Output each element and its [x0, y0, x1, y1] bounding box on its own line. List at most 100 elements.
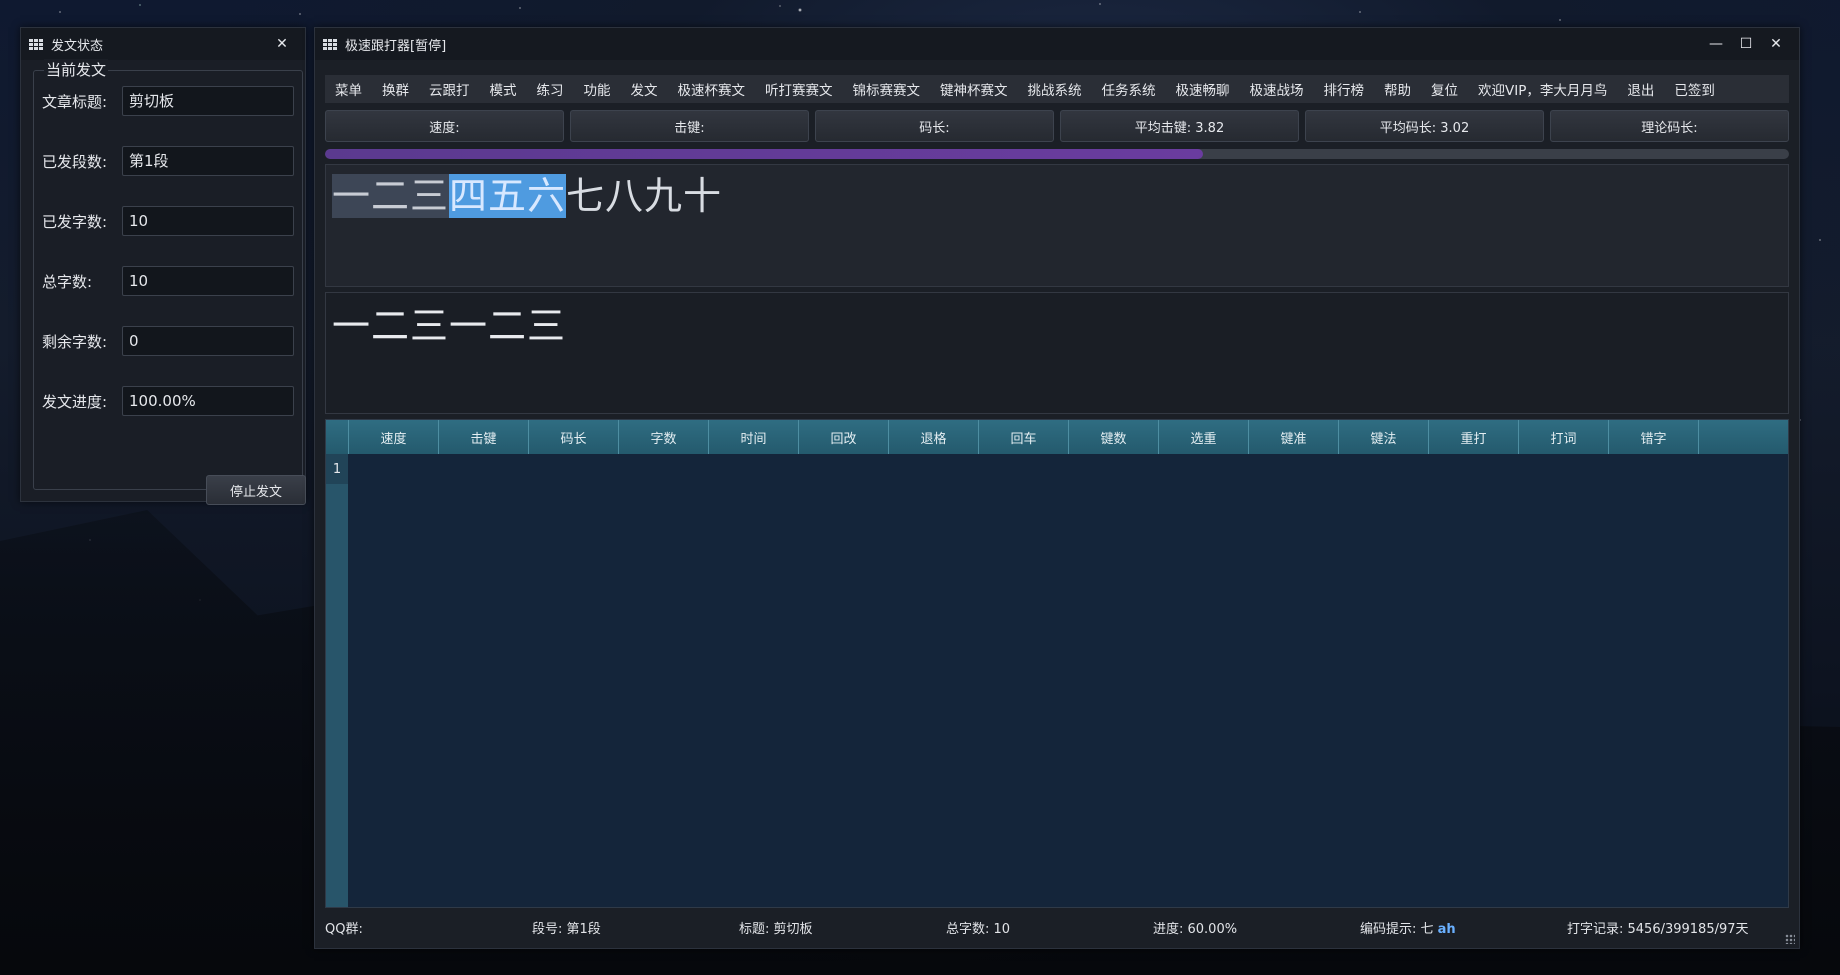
typing-progress-bar	[325, 149, 1789, 159]
current-segment: 四五六	[449, 174, 567, 218]
menu-item-18[interactable]: 欢迎VIP，李大月月鸟	[1468, 79, 1617, 99]
title-label: 标题: 剪切板	[739, 921, 813, 937]
field-sent-chars: 已发字数: 10	[42, 205, 294, 237]
column-header-4[interactable]: 时间	[709, 420, 799, 454]
stop-posting-button[interactable]: 停止发文	[206, 475, 306, 505]
maximize-icon[interactable]: ☐	[1731, 30, 1761, 58]
column-header-12[interactable]: 重打	[1429, 420, 1519, 454]
field-label: 总字数:	[42, 272, 93, 291]
article-title-input[interactable]: 剪切板	[122, 86, 294, 116]
column-header-6[interactable]: 退格	[889, 420, 979, 454]
table-corner	[326, 420, 349, 454]
column-header-7[interactable]: 回车	[979, 420, 1069, 454]
field-label: 发文进度:	[42, 392, 108, 411]
column-header-2[interactable]: 码长	[529, 420, 619, 454]
main-window-titlebar[interactable]: 极速跟打器[暂停] — ☐ ✕	[315, 28, 1799, 60]
typed-segment: 一二三	[332, 174, 450, 218]
menu-item-20[interactable]: 已签到	[1664, 79, 1725, 99]
field-remaining-chars: 剩余字数: 0	[42, 325, 294, 357]
theory-code-length-stat-button[interactable]: 理论码长:	[1550, 110, 1789, 142]
menu-item-3[interactable]: 模式	[480, 79, 527, 99]
sent-segments-input[interactable]: 第1段	[122, 146, 294, 176]
field-article-title: 文章标题: 剪切板	[42, 85, 294, 117]
reference-text: 一二三四五六七八九十	[332, 173, 722, 219]
menu-item-16[interactable]: 帮助	[1374, 79, 1421, 99]
field-label: 已发字数:	[42, 212, 108, 231]
menu-item-13[interactable]: 极速畅聊	[1166, 79, 1240, 99]
menu-item-7[interactable]: 极速杯赛文	[668, 79, 756, 99]
menu-item-12[interactable]: 任务系统	[1092, 79, 1166, 99]
menu-item-0[interactable]: 菜单	[325, 79, 372, 99]
column-header-1[interactable]: 击键	[439, 420, 529, 454]
field-post-progress: 发文进度: 100.00%	[42, 385, 294, 417]
avg-keystroke-stat-button[interactable]: 平均击键: 3.82	[1060, 110, 1299, 142]
column-header-8[interactable]: 键数	[1069, 420, 1159, 454]
speed-stat-button[interactable]: 速度:	[325, 110, 564, 142]
status-bar: QQ群: 段号: 第1段 标题: 剪切板 总字数: 10 进度: 60.00% …	[325, 914, 1789, 940]
results-table: 速度 击键 码长 字数 时间 回改 退格 回车 键数 选重 键准 键法 重打 打词 错字 1	[325, 419, 1789, 908]
menu-item-8[interactable]: 听打赛赛文	[755, 79, 843, 99]
column-header-14[interactable]: 错字	[1609, 420, 1699, 454]
minimize-icon[interactable]: —	[1701, 30, 1731, 58]
stats-row: 速度: 击键: 码长: 平均击键: 3.82 平均码长: 3.02 理论码长:	[325, 110, 1789, 142]
menu-item-5[interactable]: 功能	[574, 79, 621, 99]
typing-input[interactable]: 一二三一二三	[332, 303, 566, 349]
field-label: 已发段数:	[42, 152, 108, 171]
column-header-3[interactable]: 字数	[619, 420, 709, 454]
table-header: 速度 击键 码长 字数 时间 回改 退格 回车 键数 选重 键准 键法 重打 打词 错字	[326, 420, 1788, 454]
avg-code-length-stat-button[interactable]: 平均码长: 3.02	[1305, 110, 1544, 142]
menu-item-14[interactable]: 极速战场	[1240, 79, 1314, 99]
column-header-0[interactable]: 速度	[349, 420, 439, 454]
menu-item-1[interactable]: 换群	[372, 79, 419, 99]
close-icon[interactable]: ✕	[1761, 30, 1791, 58]
menu-item-6[interactable]: 发文	[621, 79, 668, 99]
menu-item-10[interactable]: 键神杯赛文	[930, 79, 1018, 99]
typing-record-label: 打字记录: 5456/399185/97天	[1567, 921, 1749, 937]
row-number[interactable]: 1	[326, 454, 348, 484]
current-post-group: 当前发文 文章标题: 剪切板 已发段数: 第1段 已发字数: 10 总字数: 1…	[33, 59, 306, 505]
code-hint-value: ah	[1437, 921, 1456, 937]
menu-item-9[interactable]: 锦标赛赛文	[843, 79, 931, 99]
progress-fill	[325, 149, 1204, 159]
sent-chars-input[interactable]: 10	[122, 206, 294, 236]
progress-label: 进度: 60.00%	[1153, 921, 1238, 937]
menu-item-4[interactable]: 练习	[527, 79, 574, 99]
remaining-chars-input[interactable]: 0	[122, 326, 294, 356]
total-chars-label: 总字数: 10	[946, 921, 1011, 937]
resize-grip-icon[interactable]	[1785, 934, 1795, 944]
field-label: 文章标题:	[42, 92, 108, 111]
column-header-13[interactable]: 打词	[1519, 420, 1609, 454]
status-window-titlebar[interactable]: 发文状态 ✕	[21, 28, 305, 60]
code-length-stat-button[interactable]: 码长:	[815, 110, 1054, 142]
field-total-chars: 总字数: 10	[42, 265, 294, 297]
column-header-10[interactable]: 键准	[1249, 420, 1339, 454]
row-header-gutter	[326, 454, 348, 907]
segment-label: 段号: 第1段	[532, 921, 601, 937]
close-icon[interactable]: ✕	[267, 30, 297, 58]
menu-item-17[interactable]: 复位	[1421, 79, 1468, 99]
status-window-title: 发文状态	[51, 38, 104, 54]
menu-item-11[interactable]: 挑战系统	[1018, 79, 1092, 99]
menu-item-19[interactable]: 退出	[1617, 79, 1664, 99]
typing-input-panel[interactable]: 一二三一二三	[325, 292, 1789, 414]
field-label: 剩余字数:	[42, 332, 108, 351]
status-window: 发文状态 ✕ 当前发文 文章标题: 剪切板 已发段数: 第1段 已发字数: 10…	[20, 27, 306, 505]
field-sent-segments: 已发段数: 第1段	[42, 145, 294, 177]
menu-bar: 菜单 换群 云跟打 模式 练习 功能 发文 极速杯赛文 听打赛赛文 锦标赛赛文 键神杯赛文 挑战系统任…	[325, 75, 1789, 103]
app-grid-icon	[29, 38, 43, 50]
column-header-9[interactable]: 选重	[1159, 420, 1249, 454]
app-grid-icon	[323, 38, 337, 50]
column-header-5[interactable]: 回改	[799, 420, 889, 454]
qq-group-label: QQ群:	[325, 921, 363, 937]
reference-text-panel[interactable]: 一二三四五六七八九十	[325, 164, 1789, 287]
main-window: 极速跟打器[暂停] — ☐ ✕ 菜单 换群 云跟打 模式 练习 功能 发文 极速杯赛文 听打赛赛…	[314, 27, 1800, 949]
main-window-title: 极速跟打器[暂停]	[345, 38, 447, 54]
post-progress-input[interactable]: 100.00%	[122, 386, 294, 416]
menu-item-2[interactable]: 云跟打	[419, 79, 480, 99]
column-header-11[interactable]: 键法	[1339, 420, 1429, 454]
code-hint-label: 编码提示: 七	[1360, 921, 1434, 937]
code-hint: 编码提示: 七 ah	[1360, 918, 1567, 937]
keystroke-stat-button[interactable]: 击键:	[570, 110, 809, 142]
total-chars-input[interactable]: 10	[122, 266, 294, 296]
menu-item-15[interactable]: 排行榜	[1314, 79, 1375, 99]
